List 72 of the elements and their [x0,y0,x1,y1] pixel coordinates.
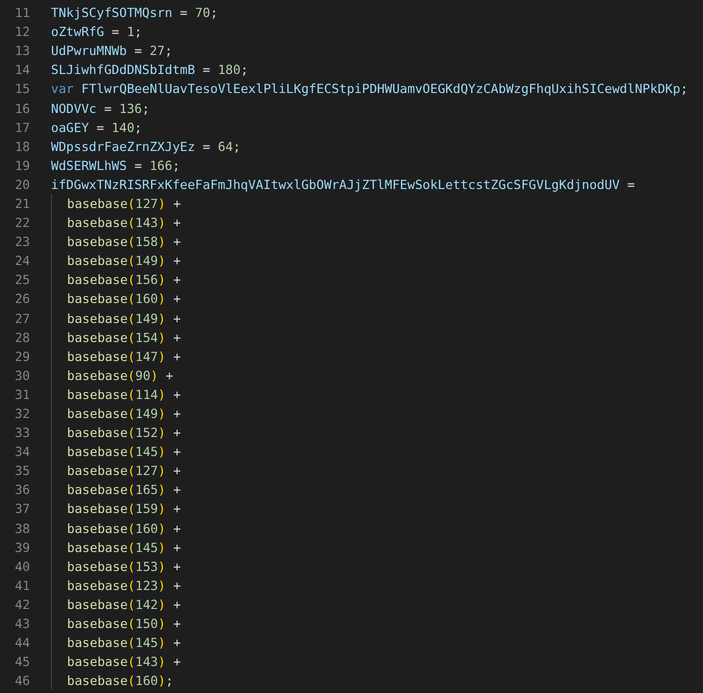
line-number: 45 [14,654,30,670]
code-line: basebase(142) + [67,596,181,612]
code-line: WdSERWLhWS = 166; [51,158,180,173]
code-line: basebase(158) + [67,234,181,250]
code-line: basebase(160); [67,673,174,688]
code-line: NODVVc = 136; [51,100,150,116]
code-line: basebase(90) + [67,368,174,383]
code-line: ifDGwxTNzRISRFxKfeeFaFmJhqVAItwxlGbOWrAJjZTlMFEwSokLettcstZGcSFGVLgKdjnodUV = [51,176,635,192]
line-number: 28 [14,330,30,345]
code-line: basebase(145) + [67,635,181,650]
code-line: basebase(123) + [67,578,181,593]
line-number: 41 [14,578,30,593]
code-line: basebase(154) + [67,330,181,345]
code-line: basebase(127) + [67,196,181,211]
line-number: 18 [14,138,30,154]
code-line: basebase(159) + [67,501,181,516]
code-line: basebase(127) + [67,463,181,478]
line-number: 34 [14,444,30,460]
code-line: basebase(165) + [67,482,181,498]
code-line: basebase(149) + [67,253,181,268]
line-number: 32 [14,406,30,422]
code-line: basebase(153) + [67,558,181,574]
code-line: basebase(143) + [67,654,181,670]
line-number: 11 [14,5,30,20]
line-number: 35 [14,463,30,478]
line-number: 16 [14,100,30,116]
line-number: 14 [14,62,30,78]
code-line: basebase(145) + [67,540,181,555]
line-number: 29 [14,348,30,364]
code-line: basebase(143) + [67,215,181,230]
line-number: 20 [14,176,30,192]
line-number: 19 [14,158,30,173]
code-line: basebase(145) + [67,444,181,460]
line-number: 46 [14,673,30,688]
line-number: 31 [14,386,30,402]
line-number: 25 [14,272,30,288]
code-line: oZtwRfG = 1; [51,24,142,40]
code-line: basebase(150) + [67,616,181,632]
line-number: 15 [14,81,30,96]
line-number: 33 [14,425,30,440]
line-number: 23 [14,234,30,250]
line-number: 26 [14,291,30,306]
code-line: oaGEY = 140; [51,120,142,135]
line-number: 27 [14,310,30,326]
line-number: 36 [14,482,30,498]
code-line: basebase(147) + [67,348,181,364]
line-number: 21 [14,196,30,211]
line-number: 30 [14,368,30,383]
code-line: basebase(160) + [67,520,181,536]
line-number: 42 [14,596,30,612]
code-line: var FTlwrQBeeNlUavTesoVlEexlPliLKgfECStpiPDHWUamvOEGKdQYzCAbWzgFhqUxihSICewdlNPkDKp; [51,81,688,96]
line-number: 39 [14,540,30,555]
code-line: basebase(114) + [67,386,181,402]
line-number: 24 [14,253,30,268]
code-line: basebase(149) + [67,406,181,422]
line-number: 40 [14,558,30,574]
code-line: WDpssdrFaeZrnZXJyEz = 64; [51,138,241,154]
line-number: 17 [14,120,30,135]
code-line: SLJiwhfGDdDNSbIdtmB = 180; [51,62,248,78]
code-line: basebase(160) + [67,291,181,306]
line-number: 37 [14,501,30,516]
line-number: 44 [14,635,30,650]
code-line: basebase(156) + [67,272,181,288]
line-number: 13 [14,43,30,58]
line-number: 38 [14,520,30,536]
line-number: 22 [14,215,30,230]
line-number: 43 [14,616,30,632]
line-number: 12 [14,24,30,40]
code-line: basebase(149) + [67,310,181,326]
code-line: TNkjSCyfSOTMQsrn = 70; [51,5,218,20]
code-line: UdPwruMNWb = 27; [51,43,172,58]
code-line: basebase(152) + [67,425,181,440]
